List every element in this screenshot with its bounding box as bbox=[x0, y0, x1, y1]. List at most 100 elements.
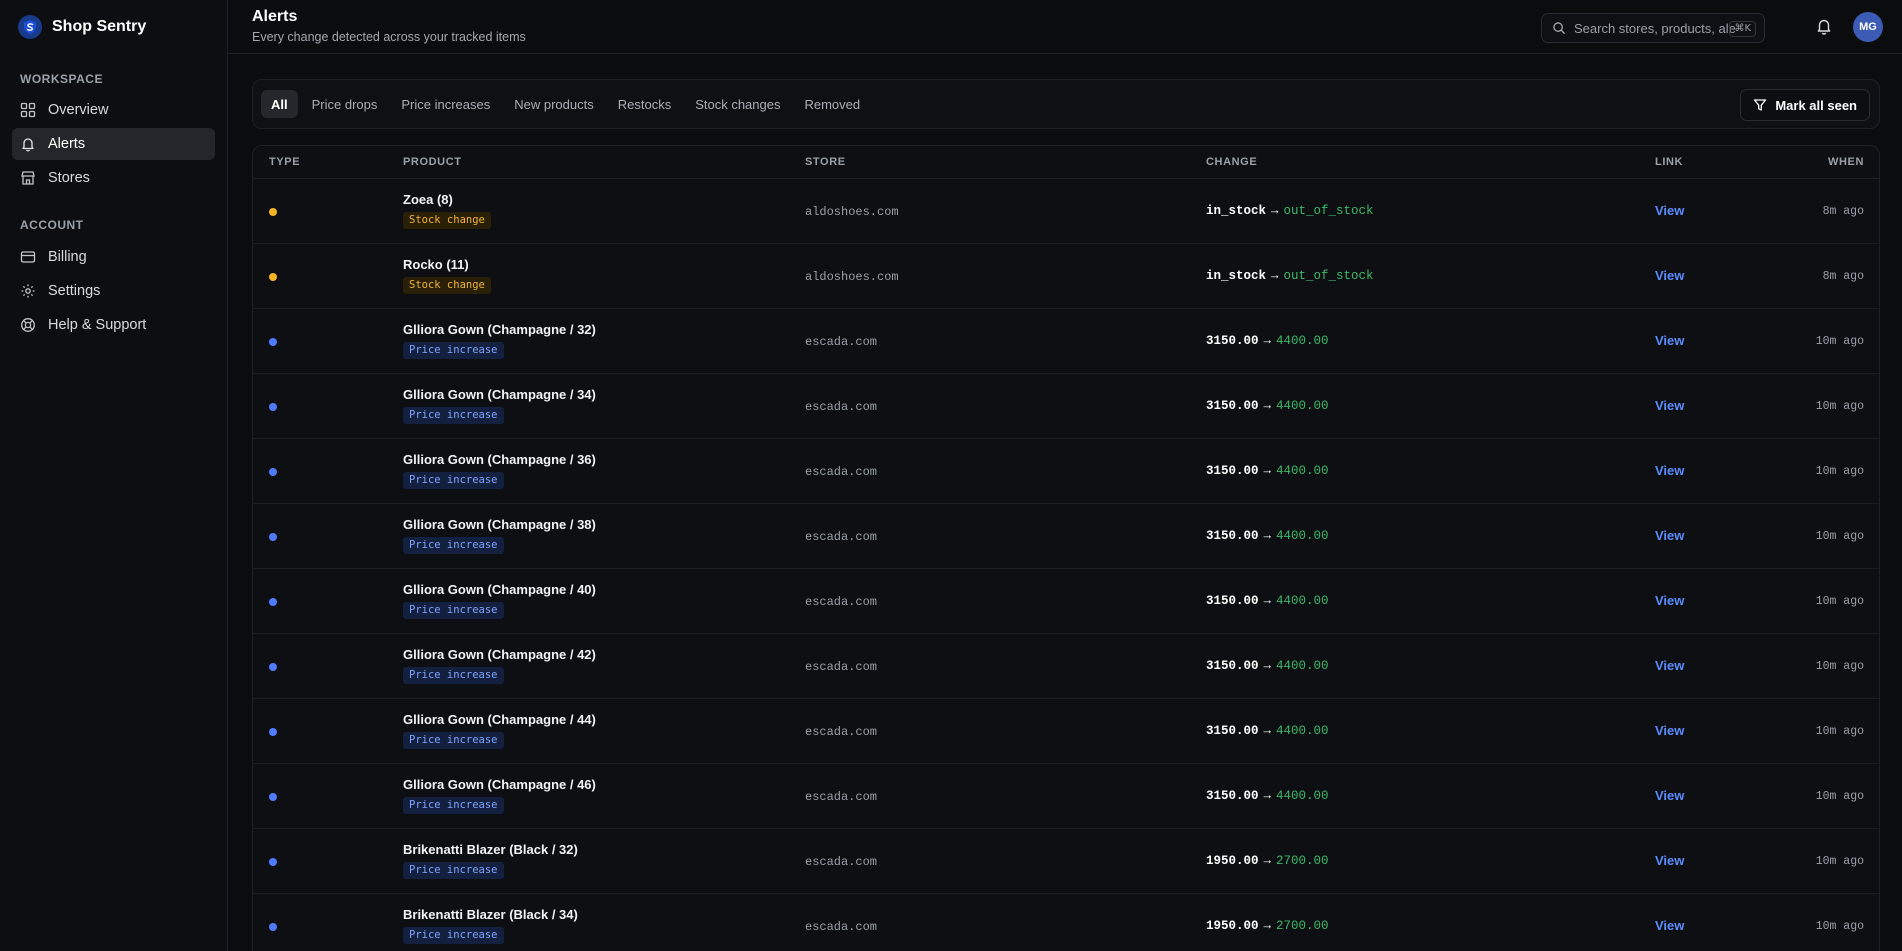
filter-tab-all[interactable]: All bbox=[261, 90, 298, 118]
page-title: Alerts bbox=[252, 8, 298, 25]
filter-tab-new-products[interactable]: New products bbox=[504, 90, 603, 118]
view-link[interactable]: View bbox=[1655, 268, 1684, 283]
avatar[interactable]: MG bbox=[1853, 12, 1883, 42]
table-row[interactable]: Brikenatti Blazer (Black / 34) Price incr… bbox=[253, 894, 1879, 951]
arrow-right-icon: → bbox=[1271, 269, 1279, 283]
filter-tab-price-drops[interactable]: Price drops bbox=[302, 90, 388, 118]
new-value: 4400.00 bbox=[1276, 334, 1329, 348]
product-name: Zoea (8) bbox=[403, 192, 453, 207]
store-domain: escada.com bbox=[805, 725, 878, 739]
arrow-right-icon: → bbox=[1263, 529, 1272, 543]
brand-name: Shop Sentry bbox=[52, 17, 147, 35]
filter-tab-price-increases[interactable]: Price increases bbox=[391, 90, 500, 118]
timestamp: 10m ago bbox=[1815, 465, 1864, 478]
product-name: Glliora Gown (Champagne / 34) bbox=[403, 387, 596, 402]
view-link[interactable]: View bbox=[1655, 593, 1684, 608]
store-domain: escada.com bbox=[805, 530, 878, 544]
table-row[interactable]: Brikenatti Blazer (Black / 32) Price incr… bbox=[253, 829, 1879, 894]
column-header-when: WHEN bbox=[1827, 156, 1864, 168]
alerts-table: TYPE PRODUCT STORE CHANGE LINK WHEN Zoea… bbox=[252, 145, 1880, 951]
sidebar-item-settings[interactable]: Settings bbox=[12, 275, 215, 307]
filter-tab-stock-changes[interactable]: Stock changes bbox=[685, 90, 790, 118]
new-value: 4400.00 bbox=[1276, 399, 1329, 413]
table-row[interactable]: Glliora Gown (Champagne / 32) Price incre… bbox=[253, 309, 1879, 374]
view-link[interactable]: View bbox=[1655, 853, 1684, 868]
filter-tab-removed[interactable]: Removed bbox=[794, 90, 870, 118]
filter-tab-restocks[interactable]: Restocks bbox=[608, 90, 681, 118]
new-value: 4400.00 bbox=[1276, 789, 1329, 803]
search-box[interactable]: ⌘K bbox=[1541, 13, 1765, 43]
view-link[interactable]: View bbox=[1655, 658, 1684, 673]
arrow-right-icon: → bbox=[1263, 334, 1272, 348]
change-type-badge: Price increase bbox=[403, 667, 504, 684]
table-row[interactable]: Glliora Gown (Champagne / 38) Price incre… bbox=[253, 504, 1879, 569]
column-header-link: LINK bbox=[1655, 156, 1684, 168]
type-indicator-dot bbox=[269, 923, 277, 931]
table-row[interactable]: Rocko (11) Stock change aldoshoes.com in_st… bbox=[253, 244, 1879, 309]
sidebar-item-overview[interactable]: Overview bbox=[12, 94, 215, 126]
change-type-badge: Stock change bbox=[403, 277, 491, 294]
brand[interactable]: Shop Sentry bbox=[0, 0, 227, 53]
table-header: TYPE PRODUCT STORE CHANGE LINK WHEN bbox=[253, 146, 1879, 179]
old-value: in_stock bbox=[1206, 269, 1267, 283]
view-link[interactable]: View bbox=[1655, 333, 1684, 348]
new-value: 2700.00 bbox=[1276, 919, 1329, 933]
new-value: 4400.00 bbox=[1276, 594, 1329, 608]
store-domain: escada.com bbox=[805, 335, 878, 349]
sidebar-item-label: Settings bbox=[48, 283, 101, 299]
table-row[interactable]: Glliora Gown (Champagne / 42) Price incre… bbox=[253, 634, 1879, 699]
table-row[interactable]: Glliora Gown (Champagne / 40) Price incre… bbox=[253, 569, 1879, 634]
notifications-bell-icon[interactable] bbox=[1815, 17, 1833, 35]
type-indicator-dot bbox=[269, 468, 277, 476]
arrow-right-icon: → bbox=[1263, 399, 1272, 413]
store-domain: escada.com bbox=[805, 855, 878, 869]
store-domain: escada.com bbox=[805, 465, 878, 479]
type-indicator-dot bbox=[269, 533, 277, 541]
product-name: Glliora Gown (Champagne / 40) bbox=[403, 582, 596, 597]
sidebar-item-label: Alerts bbox=[48, 136, 86, 152]
type-indicator-dot bbox=[269, 403, 277, 411]
view-link[interactable]: View bbox=[1655, 723, 1684, 738]
change-value: 3150.00 → 4400.00 bbox=[1206, 399, 1329, 413]
change-value: 1950.00 → 2700.00 bbox=[1206, 919, 1329, 933]
view-link[interactable]: View bbox=[1655, 463, 1684, 478]
table-row[interactable]: Glliora Gown (Champagne / 34) Price incre… bbox=[253, 374, 1879, 439]
sidebar-item-help[interactable]: Help & Support bbox=[12, 309, 215, 341]
view-link[interactable]: View bbox=[1655, 528, 1684, 543]
arrow-right-icon: → bbox=[1263, 724, 1272, 738]
view-link[interactable]: View bbox=[1655, 918, 1684, 933]
mark-all-seen-button[interactable]: Mark all seen bbox=[1740, 89, 1870, 121]
change-type-badge: Price increase bbox=[403, 472, 504, 489]
view-link[interactable]: View bbox=[1655, 203, 1684, 218]
timestamp: 10m ago bbox=[1815, 660, 1864, 673]
new-value: 4400.00 bbox=[1276, 659, 1329, 673]
sidebar-item-alerts[interactable]: Alerts bbox=[12, 128, 215, 160]
view-link[interactable]: View bbox=[1655, 398, 1684, 413]
lifebuoy-icon bbox=[21, 318, 35, 332]
change-value: 3150.00 → 4400.00 bbox=[1206, 334, 1329, 348]
table-row[interactable]: Glliora Gown (Champagne / 36) Price incre… bbox=[253, 439, 1879, 504]
arrow-right-icon: → bbox=[1263, 919, 1272, 933]
new-value: 4400.00 bbox=[1276, 529, 1329, 543]
search-input[interactable] bbox=[1574, 20, 1744, 36]
table-row[interactable]: Zoea (8) Stock change aldoshoes.com in_stoc… bbox=[253, 179, 1879, 244]
store-icon bbox=[21, 171, 35, 185]
arrow-right-icon: → bbox=[1263, 854, 1272, 868]
change-value: 3150.00 → 4400.00 bbox=[1206, 594, 1329, 608]
shield-s-icon bbox=[18, 14, 42, 39]
change-type-badge: Stock change bbox=[403, 212, 491, 229]
type-indicator-dot bbox=[269, 338, 277, 346]
sidebar-item-billing[interactable]: Billing bbox=[12, 241, 215, 273]
product-name: Brikenatti Blazer (Black / 34) bbox=[403, 907, 578, 922]
table-row[interactable]: Glliora Gown (Champagne / 44) Price incre… bbox=[253, 699, 1879, 764]
new-value: out_of_stock bbox=[1283, 204, 1374, 218]
timestamp: 8m ago bbox=[1822, 205, 1864, 218]
column-header-store: STORE bbox=[805, 156, 846, 168]
sidebar-item-stores[interactable]: Stores bbox=[12, 162, 215, 194]
change-type-badge: Price increase bbox=[403, 732, 504, 749]
table-row[interactable]: Glliora Gown (Champagne / 46) Price incre… bbox=[253, 764, 1879, 829]
type-indicator-dot bbox=[269, 858, 277, 866]
change-type-badge: Price increase bbox=[403, 342, 504, 359]
timestamp: 10m ago bbox=[1815, 335, 1864, 348]
view-link[interactable]: View bbox=[1655, 788, 1684, 803]
